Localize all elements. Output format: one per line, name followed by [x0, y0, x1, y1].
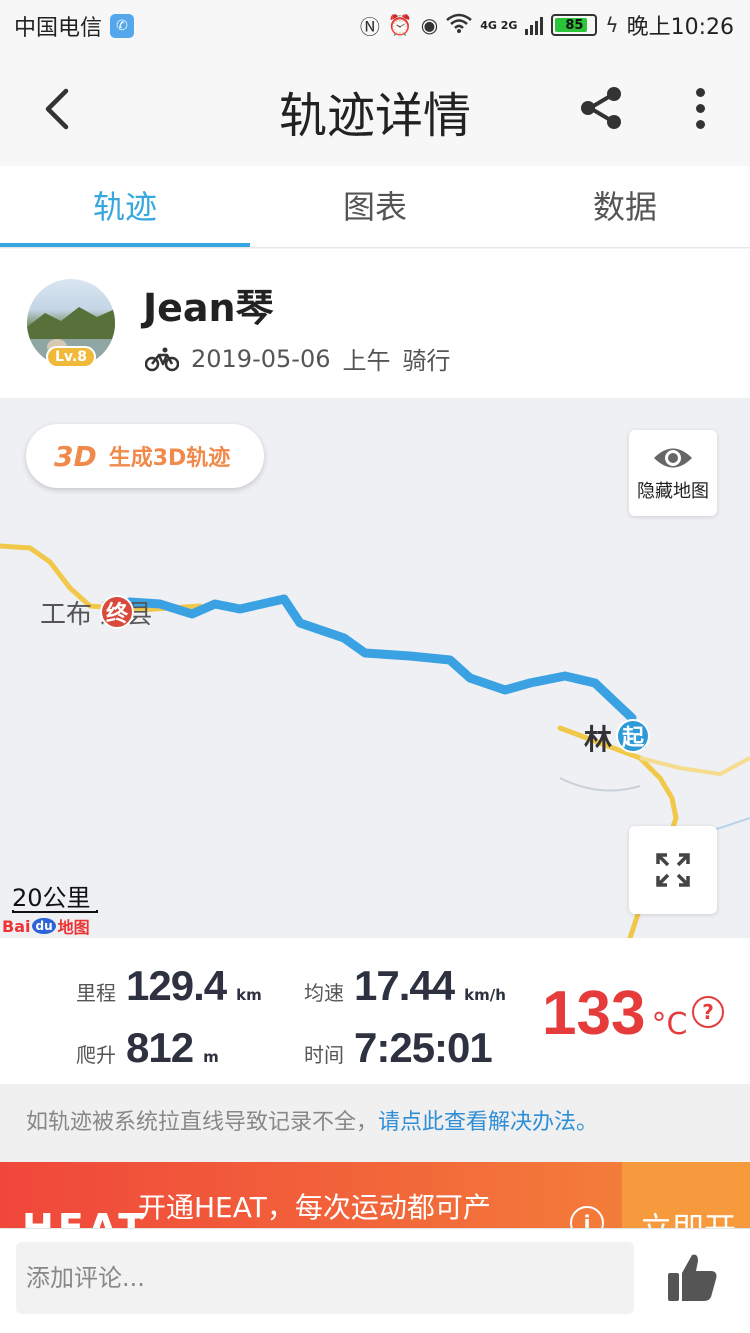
avg-speed-label: 均速 — [304, 981, 344, 1005]
start-marker[interactable]: 起 — [616, 719, 650, 753]
map-scale-bar — [12, 910, 98, 913]
route-track — [125, 594, 637, 723]
hide-map-label: 隐藏地图 — [637, 481, 709, 502]
fullscreen-map-button[interactable] — [629, 826, 717, 914]
promo-text: 开通HEAT，每次运动都可产 — [138, 1191, 491, 1224]
end-marker[interactable]: 终 — [100, 595, 134, 629]
more-dot-icon — [695, 103, 705, 113]
ride-stats: 里程 129.4 km 均速 17.44 km/h 爬升 812 m 时间 7:… — [0, 938, 750, 1084]
carrier-name: 中国电信 — [14, 16, 103, 41]
track-notice: 如轨迹被系统拉直线导致记录不全，请点此查看解决办法。 — [0, 1084, 750, 1162]
distance-unit: km — [236, 986, 262, 1004]
username: Jean琴 — [143, 286, 274, 330]
expand-icon — [656, 853, 690, 887]
share-icon — [581, 87, 621, 129]
page-title: 轨迹详情 — [278, 88, 471, 144]
nfc-icon: Ⓝ — [359, 14, 380, 39]
like-button[interactable] — [664, 1249, 720, 1305]
temperature-unit: °C — [651, 1007, 688, 1042]
battery-label: 85 — [565, 17, 584, 33]
baidu-logo-map: 地图 — [57, 918, 90, 937]
temperature: 133 °C — [542, 978, 687, 1049]
generate-3d-label: 生成3D轨迹 — [108, 446, 231, 471]
charging-icon: ϟ — [605, 13, 619, 37]
bicycle-icon — [145, 347, 179, 371]
stat-duration: 时间 7:25:01 — [304, 1024, 493, 1072]
stat-avg-speed: 均速 17.44 km/h — [304, 962, 506, 1010]
share-button[interactable] — [574, 80, 630, 136]
generate-3d-track-button[interactable]: 3D 生成3D轨迹 — [26, 424, 264, 488]
app-header: 轨迹详情 — [0, 52, 750, 166]
tab-data[interactable]: 数据 — [500, 166, 750, 247]
3d-icon: 3D — [54, 439, 97, 473]
status-time: 晚上10:26 — [626, 15, 734, 40]
status-left: 中国电信 ✆ — [14, 10, 135, 42]
thumbs-up-icon — [668, 1254, 717, 1301]
tab-track[interactable]: 轨迹 — [0, 166, 250, 247]
hide-map-button[interactable]: 隐藏地图 — [629, 430, 717, 516]
battery-icon: 85 — [551, 14, 598, 36]
baidu-logo-du: du — [32, 918, 56, 934]
route-map[interactable]: 3D 生成3D轨迹 隐藏地图 工布 达县 终 林 市 起 20公里 Bai du… — [0, 398, 750, 938]
avg-speed-value: 17.44 — [354, 962, 455, 1009]
duration-value: 7:25:01 — [354, 1024, 493, 1071]
level-badge: Lv.8 — [46, 346, 96, 368]
duration-label: 时间 — [304, 1043, 344, 1067]
comment-input[interactable] — [16, 1242, 634, 1314]
stat-climb: 爬升 812 m — [76, 1024, 219, 1072]
temperature-value: 133 — [542, 979, 646, 1048]
status-right: Ⓝ ⏰ ◉ 4G 2G 85 ϟ 晚上10:26 — [360, 9, 734, 41]
baidu-logo-bai: Bai — [2, 916, 31, 936]
distance-value: 129.4 — [126, 962, 227, 1009]
activity-period: 上午 — [342, 347, 391, 375]
stat-distance: 里程 129.4 km — [76, 962, 262, 1010]
activity-meta: 2019-05-06 上午 骑行 — [145, 341, 450, 376]
notice-text: 如轨迹被系统拉直线导致记录不全， — [26, 1110, 379, 1135]
climb-unit: m — [203, 1048, 219, 1066]
end-city-label: 工布 达县 — [40, 600, 153, 630]
wifi-calling-icon: ✆ — [110, 14, 135, 38]
eye-comfort-icon: ◉ — [420, 13, 439, 37]
signal-icon — [525, 15, 544, 35]
notice-solution-link[interactable]: 请点此查看解决办法。 — [378, 1110, 598, 1135]
climb-value: 812 — [126, 1024, 194, 1071]
wifi-icon — [446, 13, 472, 38]
map-scale-label: 20公里 — [12, 884, 91, 912]
avg-speed-unit: km/h — [464, 986, 506, 1004]
tab-bar: 轨迹 图表 数据 — [0, 166, 750, 248]
eye-icon — [654, 448, 692, 468]
more-dot-icon — [695, 87, 705, 97]
status-bar: 中国电信 ✆ Ⓝ ⏰ ◉ 4G 2G 85 ϟ 晚上10:26 — [0, 0, 750, 52]
temperature-help-icon[interactable]: ? — [692, 996, 724, 1028]
tab-chart[interactable]: 图表 — [250, 166, 500, 247]
activity-date: 2019-05-06 — [191, 344, 331, 373]
activity-type: 骑行 — [402, 347, 451, 375]
more-dot-icon — [695, 119, 705, 129]
map-road-minor — [559, 777, 641, 792]
comment-bar — [0, 1228, 750, 1333]
baidu-map-logo: Bai du 地图 — [2, 914, 90, 938]
more-menu-button[interactable] — [680, 80, 720, 136]
network-type-label: 4G 2G — [480, 18, 518, 32]
distance-label: 里程 — [76, 981, 116, 1005]
profile-row: Lv.8 Jean琴 2019-05-06 上午 骑行 — [0, 249, 750, 398]
climb-label: 爬升 — [76, 1043, 116, 1067]
alarm-icon: ⏰ — [387, 13, 413, 37]
